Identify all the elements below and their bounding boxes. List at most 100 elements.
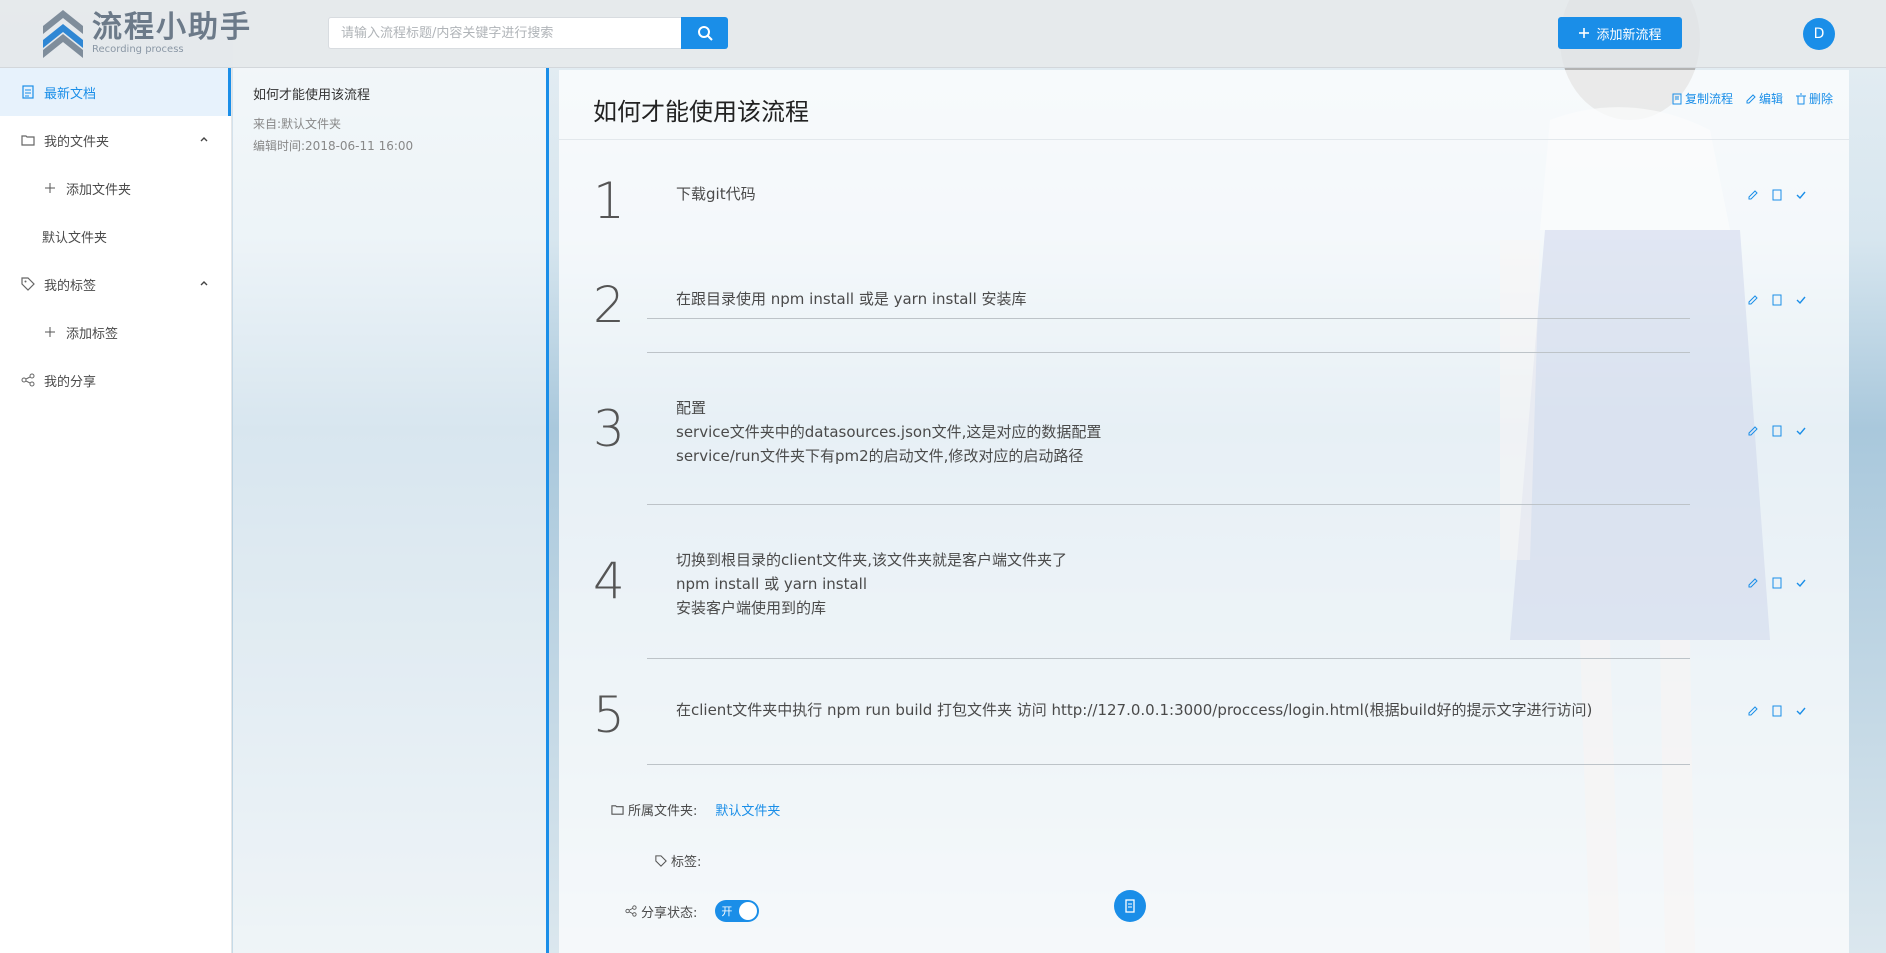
step-number: 2 <box>593 276 625 334</box>
share-icon <box>625 905 637 917</box>
step-actions <box>1746 576 1808 590</box>
step-line: service文件夹中的datasources.json文件,这是对应的数据配置 <box>676 423 1102 441</box>
step-item: 1 下载git代码 <box>559 140 1849 319</box>
step-item: 4 切换到根目录的client文件夹,该文件夹就是客户端文件夹了 npm ins… <box>559 504 1849 659</box>
sidebar-item-label: 我的标签 <box>44 278 97 294</box>
pencil-icon[interactable] <box>1746 424 1760 438</box>
app-logo[interactable]: 流程小助手 Recording process <box>40 6 252 62</box>
step-line: 在跟目录使用 npm install 或是 yarn install 安装库 <box>676 290 1027 308</box>
step-line: npm install 或 yarn install <box>676 575 867 593</box>
step-item: 3 配置 service文件夹中的datasources.json文件,这是对应… <box>559 352 1849 505</box>
step-line: 配置 <box>676 399 707 417</box>
step-actions <box>1746 704 1808 718</box>
check-icon[interactable] <box>1794 293 1808 307</box>
step-actions <box>1746 293 1808 307</box>
check-icon[interactable] <box>1794 424 1808 438</box>
step-text: 切换到根目录的client文件夹,该文件夹就是客户端文件夹了 npm insta… <box>676 548 1067 620</box>
chevron-up-icon[interactable] <box>197 276 211 290</box>
step-text: 在client文件夹中执行 npm run build 打包文件夹 访问 htt… <box>676 698 1592 722</box>
folder-row: 所属文件夹: 默认文件夹 <box>611 800 780 819</box>
check-icon[interactable] <box>1794 188 1808 202</box>
copy-icon <box>1672 93 1682 104</box>
folder-icon <box>20 132 36 148</box>
delete-button[interactable]: 删除 <box>1795 90 1833 107</box>
step-line: 切换到根目录的client文件夹,该文件夹就是客户端文件夹了 <box>676 551 1067 569</box>
sidebar-item-my-folders[interactable]: 我的文件夹 <box>0 116 231 164</box>
copy-icon[interactable] <box>1770 704 1784 718</box>
step-item: 2 在跟目录使用 npm install 或是 yarn install 安装库 <box>559 248 1849 353</box>
sidebar-item-label: 添加标签 <box>66 326 119 342</box>
sidebar-item-my-shares[interactable]: 我的分享 <box>0 356 231 404</box>
sidebar-item-label: 我的分享 <box>44 374 97 390</box>
sidebar-item-label: 最新文档 <box>44 86 97 102</box>
step-item: 5 在client文件夹中执行 npm run build 打包文件夹 访问 h… <box>559 658 1849 765</box>
pencil-icon <box>1746 93 1756 103</box>
step-line: 在client文件夹中执行 npm run build 打包文件夹 访问 htt… <box>676 701 1593 719</box>
copy-icon[interactable] <box>1770 424 1784 438</box>
pencil-icon[interactable] <box>1746 576 1760 590</box>
sidebar-item-default-folder[interactable]: 默认文件夹 <box>0 212 231 260</box>
chevron-up-icon[interactable] <box>197 132 211 146</box>
step-text: 在跟目录使用 npm install 或是 yarn install 安装库 <box>676 287 1027 311</box>
search-input[interactable] <box>328 17 681 49</box>
add-process-button[interactable]: 添加新流程 <box>1558 17 1682 49</box>
edit-label: 编辑 <box>1758 92 1783 106</box>
document-list: 如何才能使用该流程 来自:默认文件夹 编辑时间:2018-06-11 16:00 <box>233 68 549 953</box>
doc-title: 如何才能使用该流程 <box>253 88 371 103</box>
step-text: 下载git代码 <box>676 182 756 206</box>
copy-process-button[interactable]: 复制流程 <box>1671 90 1733 107</box>
step-number: 4 <box>593 552 625 610</box>
toggle-knob <box>739 902 758 920</box>
sidebar-item-add-folder[interactable]: 添加文件夹 <box>0 164 231 212</box>
save-floating-button[interactable] <box>1114 890 1146 922</box>
sidebar-item-label: 默认文件夹 <box>42 230 108 246</box>
sidebar-item-label: 添加文件夹 <box>66 182 132 198</box>
copy-process-label: 复制流程 <box>1684 92 1733 106</box>
search-button[interactable] <box>681 17 728 49</box>
sidebar-item-label: 我的文件夹 <box>44 134 110 150</box>
sidebar-item-add-tag[interactable]: 添加标签 <box>0 308 231 356</box>
folder-link[interactable]: 默认文件夹 <box>715 800 780 819</box>
document-icon <box>20 84 36 100</box>
copy-icon[interactable] <box>1770 576 1784 590</box>
check-icon[interactable] <box>1794 704 1808 718</box>
share-label: 分享状态: <box>641 905 698 921</box>
page-title: 如何才能使用该流程 <box>593 98 809 126</box>
plus-icon <box>42 180 58 196</box>
delete-label: 删除 <box>1808 92 1833 106</box>
sidebar-item-my-tags[interactable]: 我的标签 <box>0 260 231 308</box>
tag-icon <box>20 276 36 292</box>
copy-icon[interactable] <box>1770 188 1784 202</box>
document-icon <box>1125 899 1135 913</box>
step-line: service/run文件夹下有pm2的启动文件,修改对应的启动路径 <box>676 447 1084 465</box>
share-icon <box>20 372 36 388</box>
sidebar-item-latest-docs[interactable]: 最新文档 <box>0 68 231 116</box>
copy-icon[interactable] <box>1770 293 1784 307</box>
doc-source: 来自:默认文件夹 <box>253 117 342 131</box>
step-divider <box>647 764 1690 765</box>
share-toggle[interactable]: 开 <box>715 900 760 922</box>
toggle-text: 开 <box>721 905 733 918</box>
user-avatar[interactable]: D <box>1803 18 1835 50</box>
top-header: 流程小助手 Recording process 添加新流程 D <box>0 0 1886 68</box>
step-number: 3 <box>593 400 625 458</box>
step-number: 5 <box>593 686 625 744</box>
trash-icon <box>1795 93 1806 104</box>
main-header: 如何才能使用该流程 复制流程 编辑 删除 <box>559 70 1849 140</box>
folder-label: 所属文件夹: <box>628 804 698 819</box>
tags-row: 标签: <box>655 851 701 870</box>
step-actions <box>1746 188 1808 202</box>
plus-icon <box>42 324 58 340</box>
step-number: 1 <box>593 172 625 230</box>
pencil-icon[interactable] <box>1746 188 1760 202</box>
list-item[interactable]: 如何才能使用该流程 来自:默认文件夹 编辑时间:2018-06-11 16:00 <box>233 68 546 173</box>
pencil-icon[interactable] <box>1746 293 1760 307</box>
pencil-icon[interactable] <box>1746 704 1760 718</box>
sidebar: 最新文档 我的文件夹 添加文件夹 默认文件夹 我的标签 添加标签 我的分享 <box>0 68 232 953</box>
search-bar <box>328 17 728 49</box>
plus-icon <box>1579 28 1590 38</box>
tags-label: 标签: <box>671 855 702 870</box>
check-icon[interactable] <box>1794 576 1808 590</box>
edit-button[interactable]: 编辑 <box>1745 90 1783 107</box>
step-line: 安装客户端使用到的库 <box>676 599 827 617</box>
